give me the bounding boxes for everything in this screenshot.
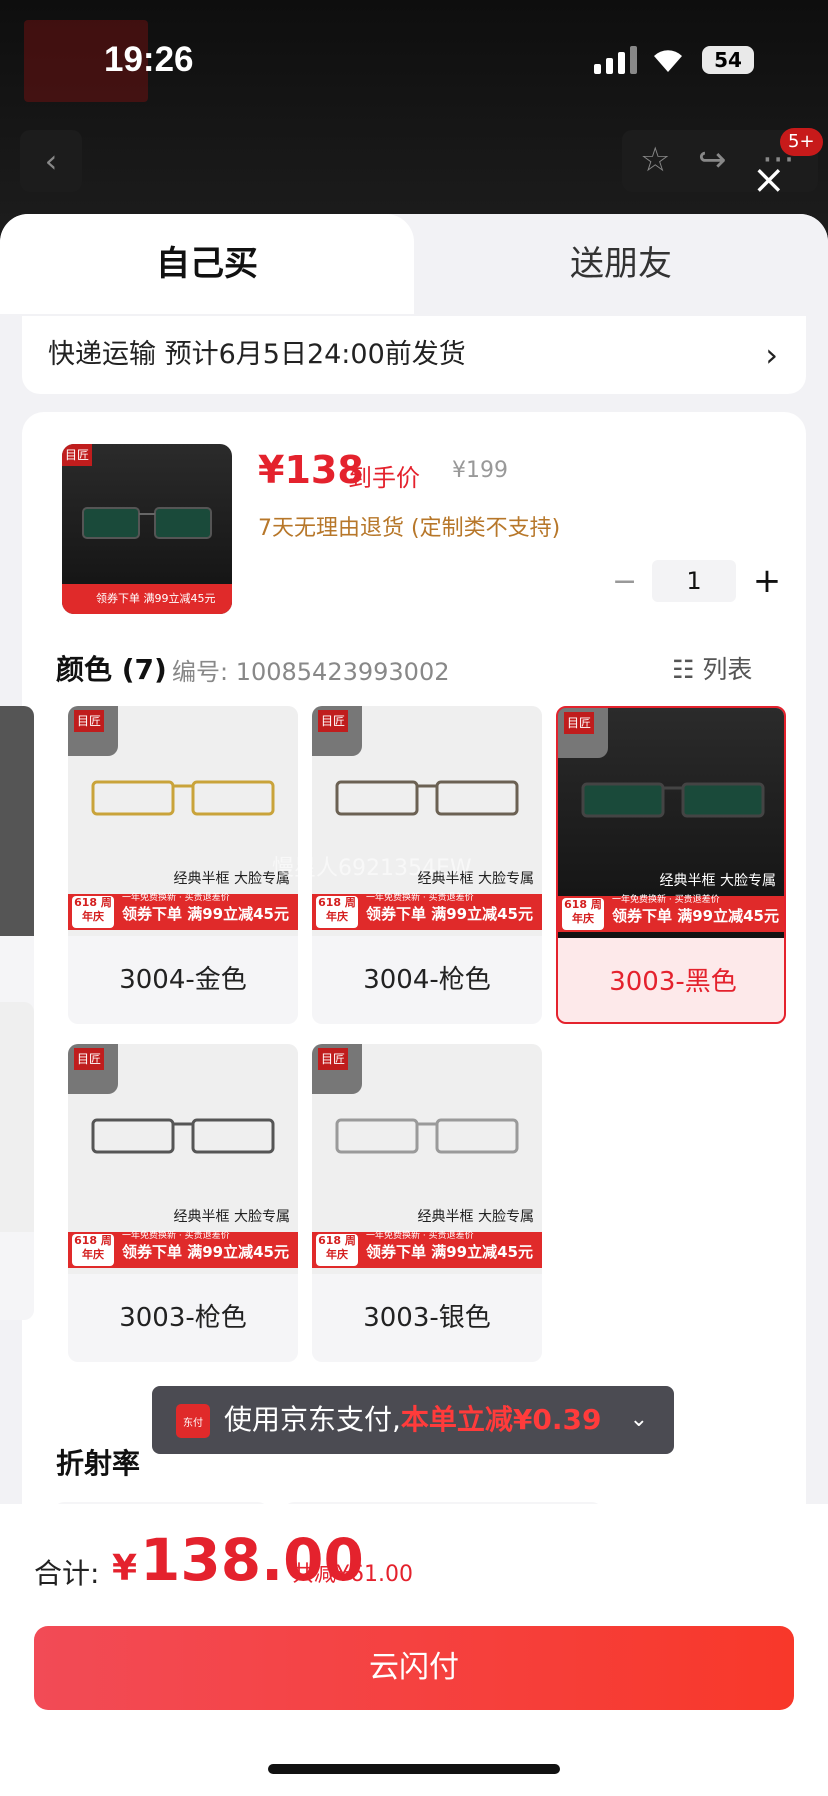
product-thumbnail[interactable]: 目匠 领券下单 满99立减45元 (62, 444, 232, 614)
share-icon[interactable]: ↪ (698, 140, 727, 180)
color-option-partial[interactable] (0, 1002, 34, 1320)
decrease-button[interactable]: − (612, 564, 636, 599)
brand-logo-icon: 目匠 (312, 1044, 362, 1094)
glasses-image-icon (83, 1112, 283, 1162)
thumbnail-promo: 领券下单 满99立减45元 (62, 584, 232, 614)
brand-logo-icon: 目匠 (68, 706, 118, 756)
chevron-down-icon: ⌄ (630, 1386, 648, 1454)
total-discount: 共减¥61.00 (292, 1556, 413, 1588)
wifi-icon (650, 44, 686, 74)
battery-indicator: 54 (702, 46, 754, 74)
status-bar: 19:26 54 (0, 0, 828, 110)
glasses-image-icon (327, 1112, 527, 1162)
promo-text: 领券下单 满99立减45元 (612, 907, 779, 925)
jd-pay-icon: 东付 (176, 1404, 210, 1438)
color-options-grid: 目匠 经典半框 大脸专属 618 周年庆一年免费换新 · 买贵退差价领券下单 满… (22, 706, 806, 1426)
price-note: 到手价 (348, 458, 420, 493)
promo-banner: 618 周年庆一年免费换新 · 买贵退差价领券下单 满99立减45元 (68, 1232, 298, 1268)
image-caption: 经典半框 大脸专属 (174, 1206, 290, 1226)
tab-self[interactable]: 自己买 (0, 214, 414, 314)
tag-618: 618 周年庆 (316, 896, 358, 928)
message-badge: 5+ (780, 128, 823, 156)
color-option-label: 3004-金色 (68, 936, 298, 1024)
promo-banner: 618 周年庆一年免费换新 · 买贵退差价领券下单 满99立减45元 (558, 896, 786, 932)
promo-small: 一年免费换新 · 买贵退差价 (612, 894, 720, 906)
color-section-title: 颜色 (7) (56, 648, 167, 688)
brand-logo-icon: 目匠 (62, 444, 92, 466)
list-icon: ☷ (672, 655, 702, 684)
color-option-3004-gold[interactable]: 目匠 经典半框 大脸专属 618 周年庆一年免费换新 · 买贵退差价领券下单 满… (68, 706, 298, 1024)
color-option-label: 3003-黑色 (558, 938, 786, 1024)
glasses-image-icon (83, 774, 283, 824)
quantity-stepper: − 1 + (612, 560, 782, 602)
list-view-button[interactable]: ☷ 列表 (672, 650, 752, 686)
brand-logo-icon: 目匠 (312, 706, 362, 756)
promo-small: 一年免费换新 · 买贵退差价 (366, 892, 474, 904)
tag-618: 618 周年庆 (72, 1234, 114, 1266)
back-button[interactable]: ‹ (20, 130, 82, 192)
color-option-3003-black[interactable]: 目匠 经典半框 大脸专属 618 周年庆一年免费换新 · 买贵退差价领券下单 满… (556, 706, 786, 1024)
color-option-3003-gunmetal[interactable]: 目匠 经典半框 大脸专属 618 周年庆一年免费换新 · 买贵退差价领券下单 满… (68, 1044, 298, 1362)
glasses-image-icon (327, 774, 527, 824)
watermark: 慢星人6921354EW (272, 850, 472, 882)
original-price: ¥199 (452, 458, 508, 483)
tag-618: 618 周年庆 (562, 898, 604, 930)
shipping-row[interactable]: 快递运输 预计6月5日24:00前发货 › (22, 316, 806, 394)
shipping-text: 快递运输 预计6月5日24:00前发货 (48, 339, 466, 370)
color-option-label: 3004-枪色 (312, 936, 542, 1024)
promo-text: 领券下单 满99立减45元 (366, 905, 533, 923)
product-card: 目匠 领券下单 满99立减45元 ¥138 到手价 ¥199 7天无理由退货 (… (22, 412, 806, 1532)
glasses-image-icon (573, 776, 773, 826)
promo-banner: 618 周年庆一年免费换新 · 买贵退差价领券下单 满99立减45元 (312, 1232, 542, 1268)
promo-text: 领券下单 满99立减45元 (122, 1243, 289, 1261)
promo-banner: 618 周年庆一年免费换新 · 买贵退差价领券下单 满99立减45元 (312, 894, 542, 930)
promo-small: 一年免费换新 · 买贵退差价 (122, 1230, 230, 1242)
color-option-label: 3003-银色 (312, 1274, 542, 1362)
refraction-title: 折射率 (56, 1442, 140, 1482)
promo-text: 领券下单 满99立减45元 (366, 1243, 533, 1261)
glasses-image-icon (77, 502, 217, 546)
promo-small: 一年免费换新 · 买贵退差价 (122, 892, 230, 904)
brand-logo-icon: 目匠 (68, 1044, 118, 1094)
promo-banner: 618 周年庆一年免费换新 · 买贵退差价领券下单 满99立减45元 (68, 894, 298, 930)
brand-logo-icon: 目匠 (558, 708, 608, 758)
chevron-right-icon: › (765, 316, 778, 394)
tag-618: 618 周年庆 (72, 896, 114, 928)
promo-small: 一年免费换新 · 买贵退差价 (366, 1230, 474, 1242)
payment-promo-toast[interactable]: 东付 使用京东支付,本单立减¥0.39 ⌄ (152, 1386, 674, 1454)
total-label: 合计: (34, 1552, 99, 1592)
home-indicator[interactable] (268, 1764, 560, 1774)
tab-gift[interactable]: 送朋友 (414, 214, 828, 314)
image-caption: 经典半框 大脸专属 (660, 870, 776, 890)
cellular-signal-icon (594, 46, 637, 74)
star-icon[interactable]: ☆ (640, 140, 670, 180)
tag-618: 618 周年庆 (316, 1234, 358, 1266)
status-time: 19:26 (104, 40, 194, 80)
refund-policy: 7天无理由退货 (定制类不支持) (258, 510, 560, 542)
close-icon[interactable]: × (752, 160, 786, 200)
toast-text: 使用京东支付, (224, 1403, 401, 1436)
checkout-footer: 合计: ¥ 138.00 共减¥61.00 云闪付 (0, 1504, 828, 1796)
list-view-label: 列表 (702, 655, 752, 684)
pay-button[interactable]: 云闪付 (34, 1626, 794, 1710)
increase-button[interactable]: + (752, 561, 782, 601)
promo-text: 领券下单 满99立减45元 (122, 905, 289, 923)
color-option-partial[interactable] (0, 706, 34, 1024)
color-option-3003-silver[interactable]: 目匠 经典半框 大脸专属 618 周年庆一年免费换新 · 买贵退差价领券下单 满… (312, 1044, 542, 1362)
image-caption: 经典半框 大脸专属 (418, 1206, 534, 1226)
quantity-input[interactable]: 1 (652, 560, 736, 602)
product-code: 编号: 10085423993002 (172, 652, 450, 687)
color-option-label: 3003-枪色 (68, 1274, 298, 1362)
toast-highlight: 本单立减¥0.39 (401, 1403, 602, 1436)
total-currency: ¥ (112, 1548, 137, 1589)
